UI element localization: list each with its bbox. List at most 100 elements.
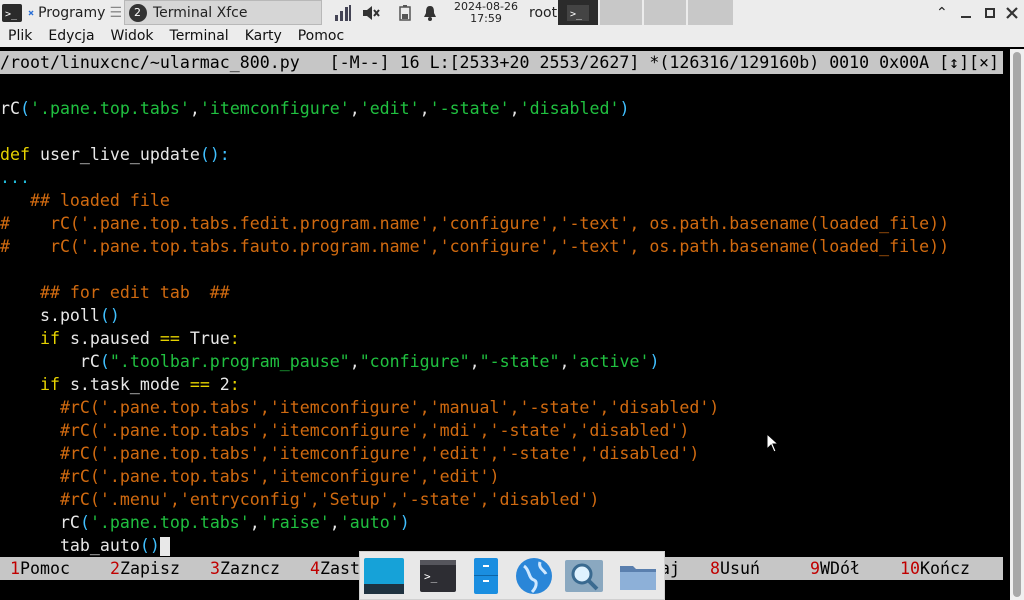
close-icon[interactable]: [1006, 0, 1020, 25]
task-count-badge: 2: [134, 5, 141, 19]
fkey-4[interactable]: 4Zast: [310, 557, 360, 580]
code-token: "-state": [479, 352, 560, 371]
code-line: # rC('.pane.top.tabs.fauto.program.name'…: [0, 235, 949, 258]
code-token: ,: [419, 99, 430, 118]
fkey-label: Zazncz: [220, 559, 280, 578]
menu-terminal[interactable]: Terminal: [170, 28, 229, 44]
code-line: tab_auto(): [0, 534, 170, 557]
code-token: ,: [349, 352, 360, 371]
code-token: if: [0, 375, 60, 394]
code-token: :: [229, 329, 240, 348]
scrollbar-thumb[interactable]: [1013, 52, 1021, 597]
text-cursor: [159, 537, 170, 556]
top-panel: >_ Programy ☰ 2 Terminal Xfce 2024-08-26…: [0, 0, 1024, 26]
terminal-view[interactable]: /root/linuxcnc/~ularmac_800.py [-M--] 16…: [0, 49, 1010, 600]
network-signal-icon[interactable]: [334, 0, 354, 25]
terminal-task-icon: 2: [129, 3, 147, 22]
code-token: # rC('.pane.top.tabs.fauto.program.name'…: [0, 237, 950, 256]
workspace-4[interactable]: [688, 0, 733, 25]
code-token: ==: [189, 375, 210, 394]
code-line: #rC('.pane.top.tabs','itemconfigure','ed…: [0, 465, 500, 488]
fkey-2[interactable]: 2Zapisz: [110, 557, 180, 580]
code-token: s.task_mode: [59, 375, 190, 394]
app-finder-icon[interactable]: [564, 556, 604, 596]
taskbar-item-label: Terminal Xfce: [153, 4, 248, 21]
code-token: ): [619, 99, 630, 118]
code-token: True: [179, 329, 230, 348]
terminal-menubar: Plik Edycja Widok Terminal Karty Pomoc: [0, 25, 1024, 47]
code-line: ...: [0, 166, 30, 189]
svg-text:>_: >_: [5, 9, 18, 20]
code-line: if s.task_mode == 2:: [0, 373, 240, 396]
code-token: rC: [0, 513, 80, 532]
clock[interactable]: 2024-08-26 17:59: [448, 0, 524, 25]
desktop-icon[interactable]: [364, 556, 404, 596]
fkey-number: 8: [710, 559, 720, 578]
notifications-bell-icon[interactable]: [423, 0, 441, 25]
chevron-up-icon[interactable]: ⌃: [936, 0, 952, 25]
terminal-icon[interactable]: >_: [418, 556, 458, 596]
code-token: ,: [469, 352, 480, 371]
code-line: #rC('.pane.top.tabs','itemconfigure','ed…: [0, 442, 699, 465]
code-token: 'raise': [259, 513, 330, 532]
code-token: ): [649, 352, 660, 371]
workspace-3[interactable]: [644, 0, 686, 25]
code-token: ,: [249, 513, 260, 532]
code-token: ): [399, 513, 410, 532]
code-token: #rC('.menu','entryconfig','Setup','-stat…: [0, 490, 600, 509]
workspace-2[interactable]: [600, 0, 642, 25]
applications-menu-button[interactable]: Programy ☰: [28, 0, 122, 25]
menu-widok[interactable]: Widok: [111, 28, 154, 44]
fkey-number: 2: [110, 559, 120, 578]
fkey-8[interactable]: 8Usuń: [710, 557, 760, 580]
battery-icon[interactable]: [398, 0, 416, 25]
menu-plik[interactable]: Plik: [8, 28, 32, 44]
code-token: ,: [559, 352, 570, 371]
taskbar-item-terminal[interactable]: 2 Terminal Xfce: [124, 0, 322, 25]
code-line: ## for edit tab ##: [0, 281, 230, 304]
volume-muted-icon[interactable]: [362, 0, 382, 25]
code-line: s.poll(): [0, 304, 120, 327]
applications-menu-label: Programy: [38, 4, 106, 21]
code-token: 2: [209, 375, 230, 394]
code-token: rC: [0, 99, 20, 118]
minimize-icon[interactable]: [960, 0, 974, 25]
code-line: def user_live_update():: [0, 143, 230, 166]
code-token: s.poll: [0, 306, 100, 325]
code-token: 'edit': [359, 99, 420, 118]
code-token: #rC('.pane.top.tabs','itemconfigure','ma…: [0, 398, 720, 417]
web-browser-icon[interactable]: [514, 556, 554, 596]
code-token: '.pane.top.tabs': [89, 513, 250, 532]
menu-edycja[interactable]: Edycja: [48, 28, 94, 44]
workspace-1-terminal-icon[interactable]: >_: [558, 0, 598, 25]
folder-icon[interactable]: [618, 556, 658, 596]
terminal-scrollbar[interactable]: [1010, 49, 1024, 600]
code-token: if: [0, 329, 60, 348]
code-token: ,: [349, 99, 360, 118]
code-line: rC(".toolbar.program_pause","configure",…: [0, 350, 660, 373]
fkey-label: WDół: [820, 559, 860, 578]
fkey-3[interactable]: 3Zazncz: [210, 557, 280, 580]
code-line: #rC('.menu','entryconfig','Setup','-stat…: [0, 488, 599, 511]
maximize-icon[interactable]: [984, 0, 998, 25]
code-token: tab_auto: [0, 536, 140, 555]
code-token: def: [0, 145, 30, 164]
svg-text:>_: >_: [424, 570, 438, 583]
fkey-label: Pomoc: [20, 559, 70, 578]
fkey-9[interactable]: 9WDół: [810, 557, 860, 580]
code-token: ".toolbar.program_pause": [109, 352, 350, 371]
code-line: #rC('.pane.top.tabs','itemconfigure','ma…: [0, 396, 719, 419]
terminal-app-icon[interactable]: >_: [0, 0, 24, 25]
menu-karty[interactable]: Karty: [245, 28, 282, 44]
fkey-10[interactable]: 10Kończ: [900, 557, 970, 580]
code-line: rC('.pane.top.tabs','raise','auto'): [0, 511, 410, 534]
code-token: ==: [159, 329, 180, 348]
code-line: #rC('.pane.top.tabs','itemconfigure','md…: [0, 419, 689, 442]
code-token: ...: [0, 168, 30, 187]
file-manager-icon[interactable]: [466, 556, 506, 596]
menu-pomoc[interactable]: Pomoc: [298, 28, 344, 44]
code-token: #rC('.pane.top.tabs','itemconfigure','ed…: [0, 467, 500, 486]
application-dock: >_: [359, 551, 665, 600]
user-name[interactable]: root: [529, 0, 557, 25]
fkey-1[interactable]: 1Pomoc: [10, 557, 70, 580]
